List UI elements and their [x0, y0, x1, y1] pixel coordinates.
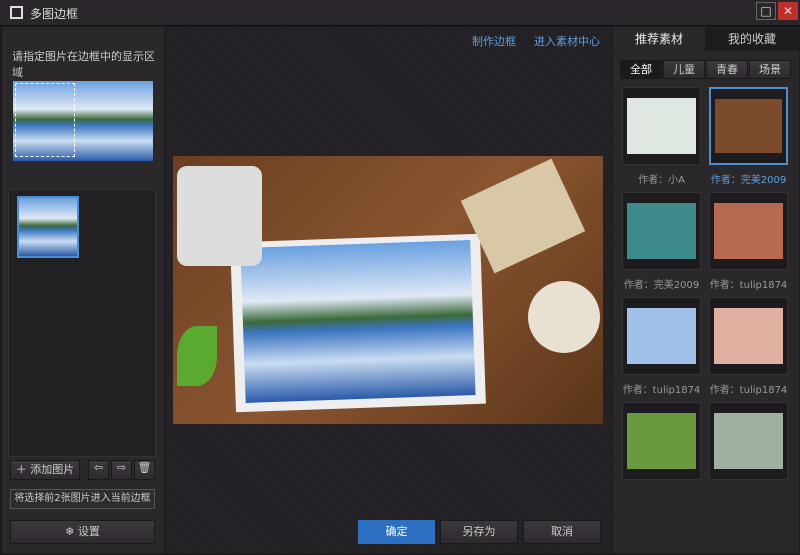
filter-scene[interactable]: 场景: [749, 60, 791, 79]
material-author: 作者：小A: [638, 175, 685, 186]
left-panel: 请指定图片在边框中的显示区域 ＋ 添加图片 ⇦ ⇨ 🗑 将选择前2张图片进入当前…: [2, 27, 164, 553]
material-thumbnail[interactable]: [709, 87, 788, 165]
title-bar: 多图边框 □ ✕: [0, 0, 800, 26]
material-thumbnail[interactable]: [709, 402, 788, 480]
material-thumbnail[interactable]: [709, 192, 788, 270]
region-hint: 请指定图片在边框中的显示区域: [12, 50, 155, 79]
tab-recommended[interactable]: 推荐素材: [613, 27, 705, 51]
image-list-item[interactable]: [17, 196, 79, 258]
book-frame: [230, 233, 486, 413]
add-image-label: 添加图片: [30, 463, 75, 476]
region-preview: [13, 81, 153, 161]
minimize-button[interactable]: □: [756, 2, 776, 20]
material-author: 作者：tulip1874: [709, 280, 788, 291]
frame-preview: [173, 156, 603, 424]
framed-photo: [240, 240, 476, 403]
save-as-button[interactable]: 另存为: [440, 520, 518, 544]
app-icon: [10, 6, 23, 19]
thumbnail-image: [714, 203, 783, 259]
cancel-button[interactable]: 取消: [523, 520, 601, 544]
material-author: 作者：tulip1874: [709, 385, 788, 396]
filter-all[interactable]: 全部: [620, 60, 662, 79]
thumbnail-image: [627, 203, 696, 259]
filter-children[interactable]: 儿童: [663, 60, 705, 79]
filter-youth[interactable]: 青春: [706, 60, 748, 79]
confirm-button[interactable]: 确定: [358, 520, 435, 544]
gear-icon: ❄: [65, 525, 78, 538]
thumbnail-image: [627, 98, 696, 154]
material-author: 作者：tulip1874: [622, 385, 701, 396]
material-panel: 推荐素材 我的收藏 全部 儿童 青春 场景 作者：小A 作者：完美2009 作者：完…: [613, 27, 799, 553]
add-image-button[interactable]: ＋ 添加图片: [10, 460, 80, 480]
material-thumbnail[interactable]: [622, 87, 701, 165]
settings-label: 设置: [77, 525, 100, 538]
preview-area: 制作边框 进入素材中心 确定 另存为 取消: [165, 27, 612, 553]
thumbnail-image: [627, 308, 696, 364]
crop-selection[interactable]: [15, 83, 75, 157]
thumbnail-image: [714, 413, 783, 469]
arrow-left-icon: ⇦: [93, 461, 104, 474]
thumbnail-image: [627, 413, 696, 469]
delete-button[interactable]: 🗑: [134, 460, 155, 480]
material-thumbnail[interactable]: [709, 297, 788, 375]
material-thumbnail[interactable]: [622, 402, 701, 480]
selection-status: 将选择前2张图片进入当前边框: [10, 489, 155, 509]
tab-favorites[interactable]: 我的收藏: [705, 27, 799, 51]
thumbnail-image: [714, 308, 783, 364]
material-thumbnail[interactable]: [622, 192, 701, 270]
material-thumbnail[interactable]: [622, 297, 701, 375]
move-right-button[interactable]: ⇨: [111, 460, 132, 480]
close-button[interactable]: ✕: [778, 2, 798, 20]
leaf-decoration: [177, 326, 217, 386]
window-title: 多图边框: [30, 7, 79, 21]
plus-icon: ＋: [15, 463, 31, 476]
trash-icon: 🗑: [137, 461, 152, 474]
arrow-right-icon: ⇨: [116, 461, 127, 474]
make-frame-link[interactable]: 制作边框: [472, 33, 516, 49]
telephone-decoration: [177, 166, 262, 266]
plate-decoration: [528, 281, 600, 353]
move-left-button[interactable]: ⇦: [88, 460, 109, 480]
material-author: 作者：完美2009: [710, 175, 787, 186]
material-author: 作者：完美2009: [623, 280, 700, 291]
thumbnail-image: [715, 99, 782, 153]
material-center-link[interactable]: 进入素材中心: [534, 33, 600, 49]
image-list: [8, 189, 156, 457]
settings-button[interactable]: ❄ 设置: [10, 520, 155, 544]
